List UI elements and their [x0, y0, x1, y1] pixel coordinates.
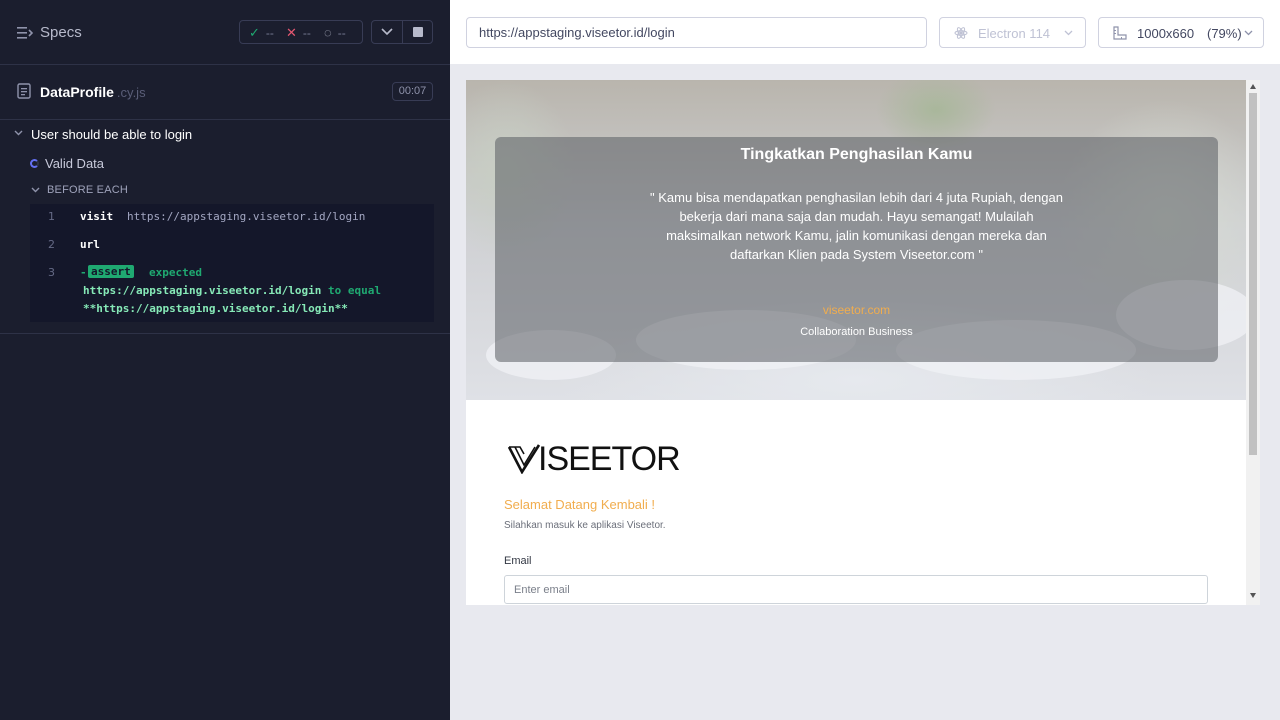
assert-expected-label: expected	[149, 266, 202, 279]
login-form: ISEETOR Selamat Datang Kembali ! Silahka…	[466, 400, 1246, 605]
failed-count: ✕ --	[286, 25, 311, 40]
specs-label[interactable]: Specs	[40, 24, 82, 41]
suite-row[interactable]: User should be able to login	[0, 120, 450, 148]
email-field[interactable]	[504, 575, 1208, 604]
welcome-heading: Selamat Datang Kembali !	[504, 497, 656, 512]
command-number: 1	[48, 210, 55, 223]
ruler-icon	[1113, 26, 1127, 40]
hero-subtitle: Collaboration Business	[800, 326, 913, 338]
assert-dash: -	[80, 266, 87, 279]
hero-brand: viseetor.com	[822, 303, 891, 317]
hero-banner: Tingkatkan Penghasilan Kamu " Kamu bisa …	[466, 80, 1246, 400]
aut-iframe: Tingkatkan Penghasilan Kamu " Kamu bisa …	[466, 80, 1260, 605]
check-icon: ✓	[249, 25, 260, 40]
scroll-up-icon[interactable]	[1250, 84, 1256, 89]
test-stats: ✓ -- ✕ -- ◌ --	[239, 20, 363, 44]
browser-dropdown[interactable]: Electron 114	[939, 17, 1086, 48]
command-log: 1 visit https://appstaging.viseetor.id/l…	[30, 204, 434, 322]
electron-icon	[954, 27, 968, 39]
command-message: https://appstaging.viseetor.id/login	[127, 210, 366, 223]
app-preview: https://appstaging.viseetor.id/login Ele…	[450, 0, 1280, 720]
command-name: visit	[80, 210, 114, 223]
specs-header: Specs ✓ -- ✕ -- ◌ --	[0, 0, 450, 65]
x-icon: ✕	[286, 25, 297, 40]
hero-quote: " Kamu bisa mendapatkan penghasilan lebi…	[650, 190, 1063, 262]
pending-count: ◌ --	[324, 25, 346, 40]
test-row[interactable]: Valid Data	[0, 150, 450, 176]
hero-card: Tingkatkan Penghasilan Kamu " Kamu bisa …	[495, 137, 1218, 362]
email-label: Email	[504, 555, 532, 567]
test-title: Valid Data	[45, 156, 105, 171]
command-name: url	[80, 238, 100, 251]
chevron-down-icon	[381, 28, 393, 36]
spec-file-name[interactable]: DataProfile .cy.js	[40, 84, 146, 100]
url-bar[interactable]: https://appstaging.viseetor.id/login	[466, 17, 927, 48]
scrollbar[interactable]	[1246, 80, 1260, 605]
chevron-down-icon	[1244, 30, 1253, 36]
scroll-down-icon[interactable]	[1250, 593, 1256, 598]
assert-expected-line: **https://appstaging.viseetor.id/login**	[83, 302, 348, 315]
viseetor-logo-icon	[508, 444, 540, 474]
hook-label: BEFORE EACH	[47, 184, 129, 196]
viewport-dropdown[interactable]: 1000x660 (79%)	[1098, 17, 1264, 48]
hero-title: Tingkatkan Penghasilan Kamu	[740, 146, 973, 163]
passed-count: ✓ --	[249, 25, 274, 40]
divider	[0, 333, 450, 334]
file-icon	[17, 83, 31, 99]
viewport-size: 1000x660	[1137, 26, 1195, 41]
spec-file-row[interactable]: DataProfile .cy.js 00:07	[0, 65, 450, 120]
suite-title: User should be able to login	[31, 127, 193, 142]
reporter-panel: Specs ✓ -- ✕ -- ◌ -- DataProfile .cy.js 00:0…	[0, 0, 450, 720]
assert-actual-line: https://appstaging.viseetor.id/login to …	[83, 284, 382, 297]
hook-row[interactable]: BEFORE EACH	[0, 178, 450, 202]
command-number: 3	[48, 266, 55, 279]
assert-badge: assert	[88, 265, 134, 278]
spinner-icon: ◌	[324, 25, 332, 40]
running-spinner-icon	[30, 159, 39, 168]
viewport-scale: (79%)	[1207, 26, 1242, 41]
run-controls	[371, 20, 433, 44]
chevron-down-icon	[14, 130, 23, 136]
stop-icon	[413, 27, 423, 37]
chevron-down-icon	[31, 187, 40, 193]
duration-badge: 00:07	[392, 82, 433, 101]
browser-label: Electron 114	[978, 26, 1051, 41]
command-number: 2	[48, 238, 55, 251]
specs-list-icon[interactable]	[17, 26, 33, 40]
chevron-down-icon	[1064, 30, 1073, 36]
logo-text: ISEETOR	[538, 440, 681, 478]
stop-button[interactable]	[403, 21, 433, 43]
preview-toolbar: https://appstaging.viseetor.id/login Ele…	[450, 0, 1280, 64]
toggle-auto-scroll-button[interactable]	[372, 21, 402, 43]
scrollbar-thumb[interactable]	[1249, 93, 1257, 455]
welcome-subtext: Silahkan masuk ke aplikasi Viseetor.	[504, 520, 666, 531]
